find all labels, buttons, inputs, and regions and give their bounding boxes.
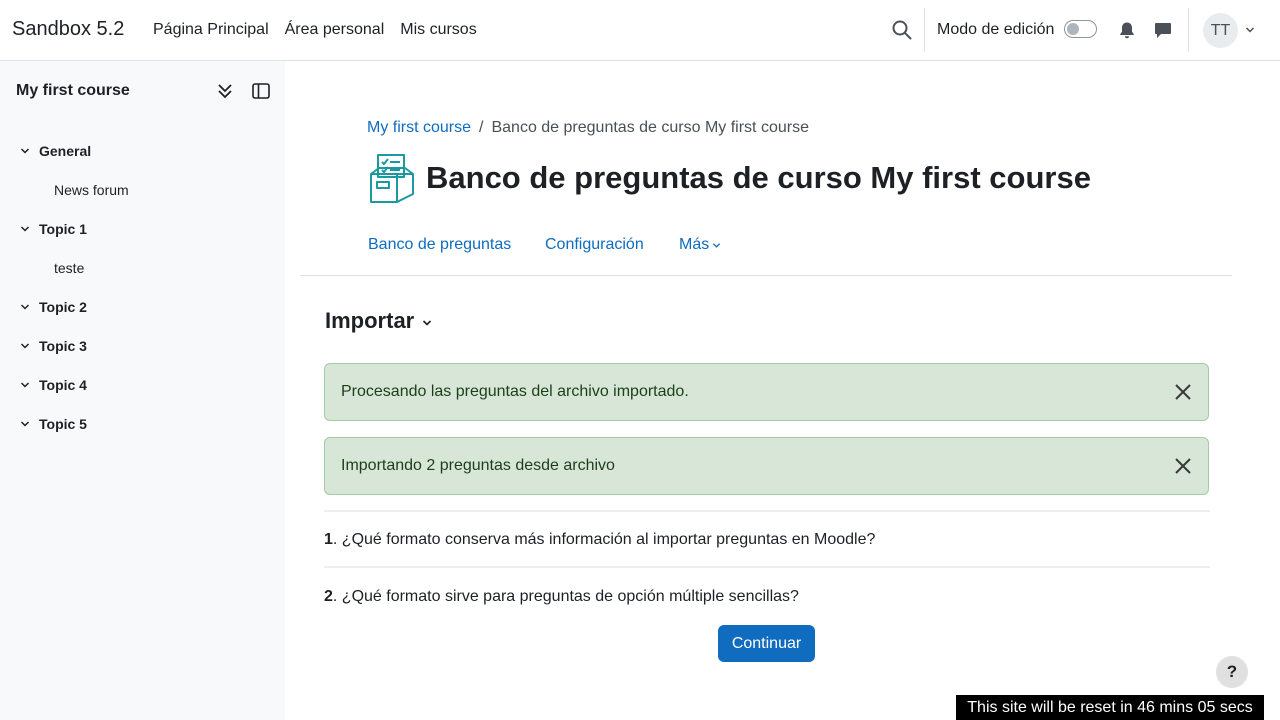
section-label: Topic 1 [39,220,87,237]
chevron-down-icon[interactable] [20,380,30,390]
question-text: . ¿Qué formato conserva más información … [332,531,876,548]
question-number: 1 [324,531,333,548]
alert-message: Procesando las preguntas del archivo imp… [341,383,689,400]
import-heading-label: Importar [325,308,415,333]
edit-mode-label: Modo de edición [937,21,1055,38]
chevron-down-icon[interactable] [20,419,30,429]
drawer-course-title[interactable]: My first course [16,82,130,100]
edit-mode-toggle[interactable] [1064,20,1097,38]
breadcrumb: My first course / Banco de preguntas de … [367,119,809,137]
success-alert: Procesando las preguntas del archivo imp… [324,363,1209,421]
course-index-list: General News forum Topic 1 teste Topic 2… [0,131,285,443]
help-button[interactable]: ? [1216,656,1248,688]
question-number: 2 [324,588,333,605]
double-chevron-down-icon[interactable] [217,82,233,100]
question-separator [324,510,1210,512]
nav-link-home[interactable]: Página Principal [153,21,269,39]
breadcrumb-course-link[interactable]: My first course [367,119,471,137]
question-separator [324,566,1210,568]
imported-question: 2. ¿Qué formato sirve para preguntas de … [324,588,799,606]
section-label: Topic 2 [39,298,87,315]
section-label: Topic 4 [39,376,87,393]
tab-question-bank[interactable]: Banco de preguntas [368,236,511,254]
chevron-down-icon[interactable] [20,146,30,156]
sidebar-panel-icon[interactable] [252,83,270,99]
section-label: Topic 3 [39,337,87,354]
nav-link-my-courses[interactable]: Mis cursos [400,21,476,39]
import-heading-dropdown[interactable]: Importar [325,308,432,334]
activity-news-forum[interactable]: News forum [0,170,285,209]
tab-settings[interactable]: Configuración [545,236,644,254]
course-index-drawer: My first course General News forum Topic… [0,61,285,720]
tab-label: Configuración [545,236,644,253]
question-bank-icon [370,154,414,203]
section-topic-3[interactable]: Topic 3 [0,326,285,365]
secondary-navigation: Banco de preguntas Configuración Más [300,226,1232,276]
site-brand[interactable]: Sandbox 5.2 [12,18,124,41]
site-reset-banner: This site will be reset in 46 mins 05 se… [956,695,1264,720]
primary-navigation: Página Principal Área personal Mis curso… [153,21,477,39]
page-title: Banco de preguntas de curso My first cou… [426,160,1091,195]
user-avatar[interactable]: TT [1203,13,1238,48]
continue-button[interactable]: Continuar [718,625,815,662]
section-topic-5[interactable]: Topic 5 [0,404,285,443]
tab-more[interactable]: Más [679,236,721,254]
bell-icon[interactable] [1118,21,1136,39]
tab-label: Banco de preguntas [368,236,512,253]
chevron-down-icon[interactable] [20,224,30,234]
chevron-down-icon [713,242,721,248]
chat-icon[interactable] [1154,21,1172,39]
tab-label: Más [679,236,710,253]
section-general[interactable]: General [0,131,285,170]
section-topic-4[interactable]: Topic 4 [0,365,285,404]
chevron-down-icon[interactable] [20,341,30,351]
breadcrumb-separator: / [479,119,484,136]
activity-teste[interactable]: teste [0,248,285,287]
alert-message: Importando 2 preguntas desde archivo [341,457,615,474]
search-icon[interactable] [892,20,912,40]
section-topic-1[interactable]: Topic 1 [0,209,285,248]
activity-label: News forum [54,181,129,198]
chevron-down-icon [423,320,432,326]
close-icon[interactable] [1174,383,1192,401]
section-label: Topic 5 [39,415,87,432]
question-text: . ¿Qué formato sirve para preguntas de o… [332,588,799,605]
navbar-divider-2 [1188,8,1189,52]
nav-link-dashboard[interactable]: Área personal [285,21,385,39]
success-alert: Importando 2 preguntas desde archivo [324,437,1209,495]
chevron-down-icon[interactable] [1245,25,1255,35]
navbar-divider [924,8,925,52]
top-navbar: Sandbox 5.2 Página Principal Área person… [0,0,1280,61]
breadcrumb-current: Banco de preguntas de curso My first cou… [491,119,809,136]
close-icon[interactable] [1174,457,1192,475]
section-topic-2[interactable]: Topic 2 [0,287,285,326]
imported-question: 1. ¿Qué formato conserva más información… [324,531,875,549]
chevron-down-icon[interactable] [20,302,30,312]
activity-label: teste [54,259,85,276]
section-label: General [39,142,92,159]
